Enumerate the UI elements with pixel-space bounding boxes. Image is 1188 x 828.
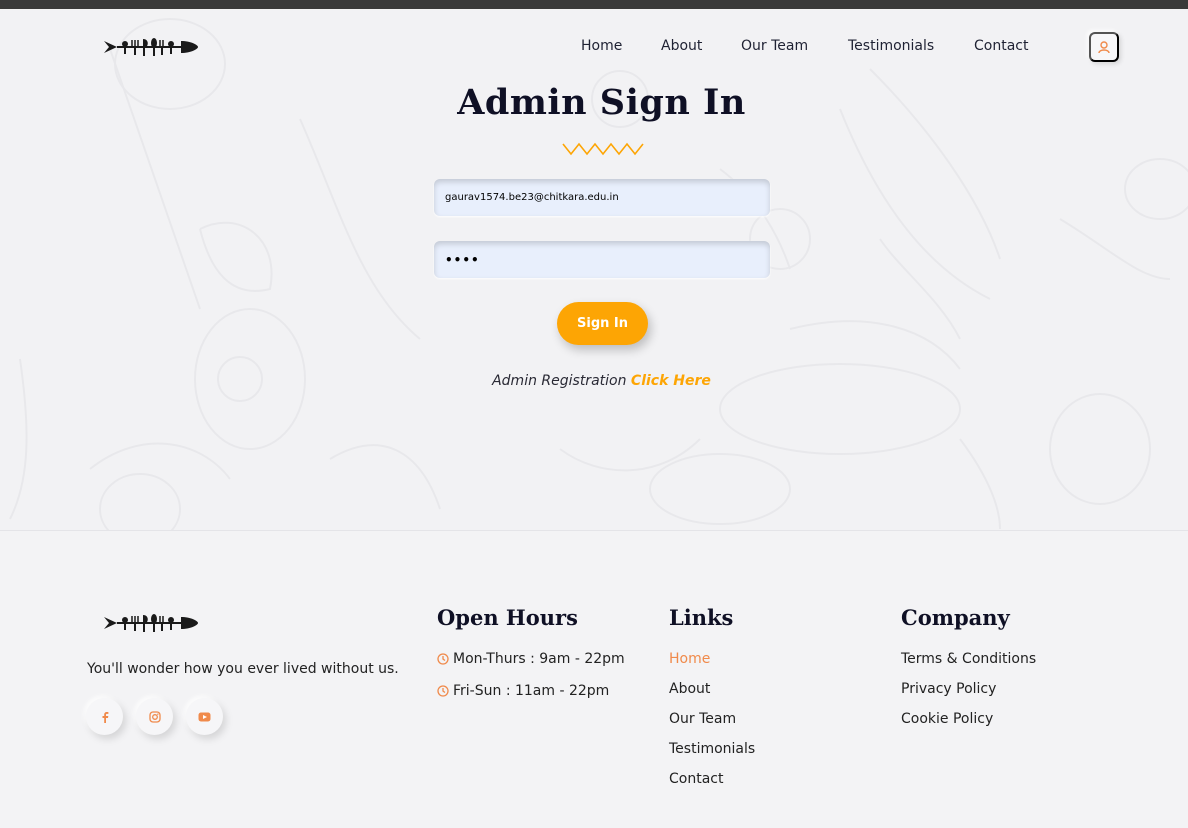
- hero-divider: [0, 530, 1188, 531]
- hours-text: Mon-Thurs : 9am - 22pm: [453, 651, 625, 667]
- nav-testimonials[interactable]: Testimonials: [848, 38, 934, 54]
- browser-top-strip: [0, 0, 1188, 9]
- nav-our-team[interactable]: Our Team: [741, 38, 808, 54]
- nav-contact[interactable]: Contact: [974, 38, 1028, 54]
- facebook-icon: [102, 711, 108, 723]
- footer-link-home[interactable]: Home: [669, 651, 710, 667]
- password-field[interactable]: [434, 241, 770, 278]
- clock-icon: [437, 685, 449, 697]
- open-hours-title: Open Hours: [437, 605, 578, 630]
- instagram-button[interactable]: [136, 698, 173, 735]
- facebook-button[interactable]: [86, 698, 123, 735]
- footer-logo[interactable]: [103, 612, 199, 634]
- user-icon: [1098, 40, 1110, 53]
- footer-link-cookie[interactable]: Cookie Policy: [901, 711, 993, 727]
- youtube-button[interactable]: [186, 698, 223, 735]
- registration-link[interactable]: Click Here: [631, 373, 711, 389]
- footer-link-testimonials[interactable]: Testimonials: [669, 741, 755, 757]
- footer-link-contact[interactable]: Contact: [669, 771, 723, 787]
- logo-icon: [104, 614, 198, 632]
- hours-text: Fri-Sun : 11am - 22pm: [453, 683, 610, 699]
- hours-item: Fri-Sun : 11am - 22pm: [437, 683, 609, 699]
- page-title: Admin Sign In: [457, 82, 746, 123]
- registration-prompt: Admin Registration Click Here: [0, 373, 1188, 389]
- nav-home[interactable]: Home: [581, 38, 622, 54]
- footer-link-about[interactable]: About: [669, 681, 710, 697]
- title-zigzag-decoration: [562, 142, 644, 156]
- youtube-icon: [198, 712, 211, 721]
- footer-link-privacy[interactable]: Privacy Policy: [901, 681, 996, 697]
- links-title: Links: [669, 605, 734, 630]
- user-account-button[interactable]: [1089, 32, 1119, 62]
- clock-icon: [437, 653, 449, 665]
- instagram-icon: [148, 710, 161, 723]
- footer-tagline: You'll wonder how you ever lived without…: [87, 661, 399, 677]
- logo[interactable]: [103, 36, 199, 58]
- company-title: Company: [901, 605, 1010, 630]
- logo-icon: [104, 38, 198, 56]
- email-field[interactable]: [434, 179, 770, 216]
- footer-link-terms[interactable]: Terms & Conditions: [901, 651, 1036, 667]
- registration-text: Admin Registration: [492, 373, 627, 389]
- footer-link-our-team[interactable]: Our Team: [669, 711, 736, 727]
- sign-in-button[interactable]: Sign In: [557, 302, 648, 345]
- nav-about[interactable]: About: [661, 38, 702, 54]
- hours-item: Mon-Thurs : 9am - 22pm: [437, 651, 625, 667]
